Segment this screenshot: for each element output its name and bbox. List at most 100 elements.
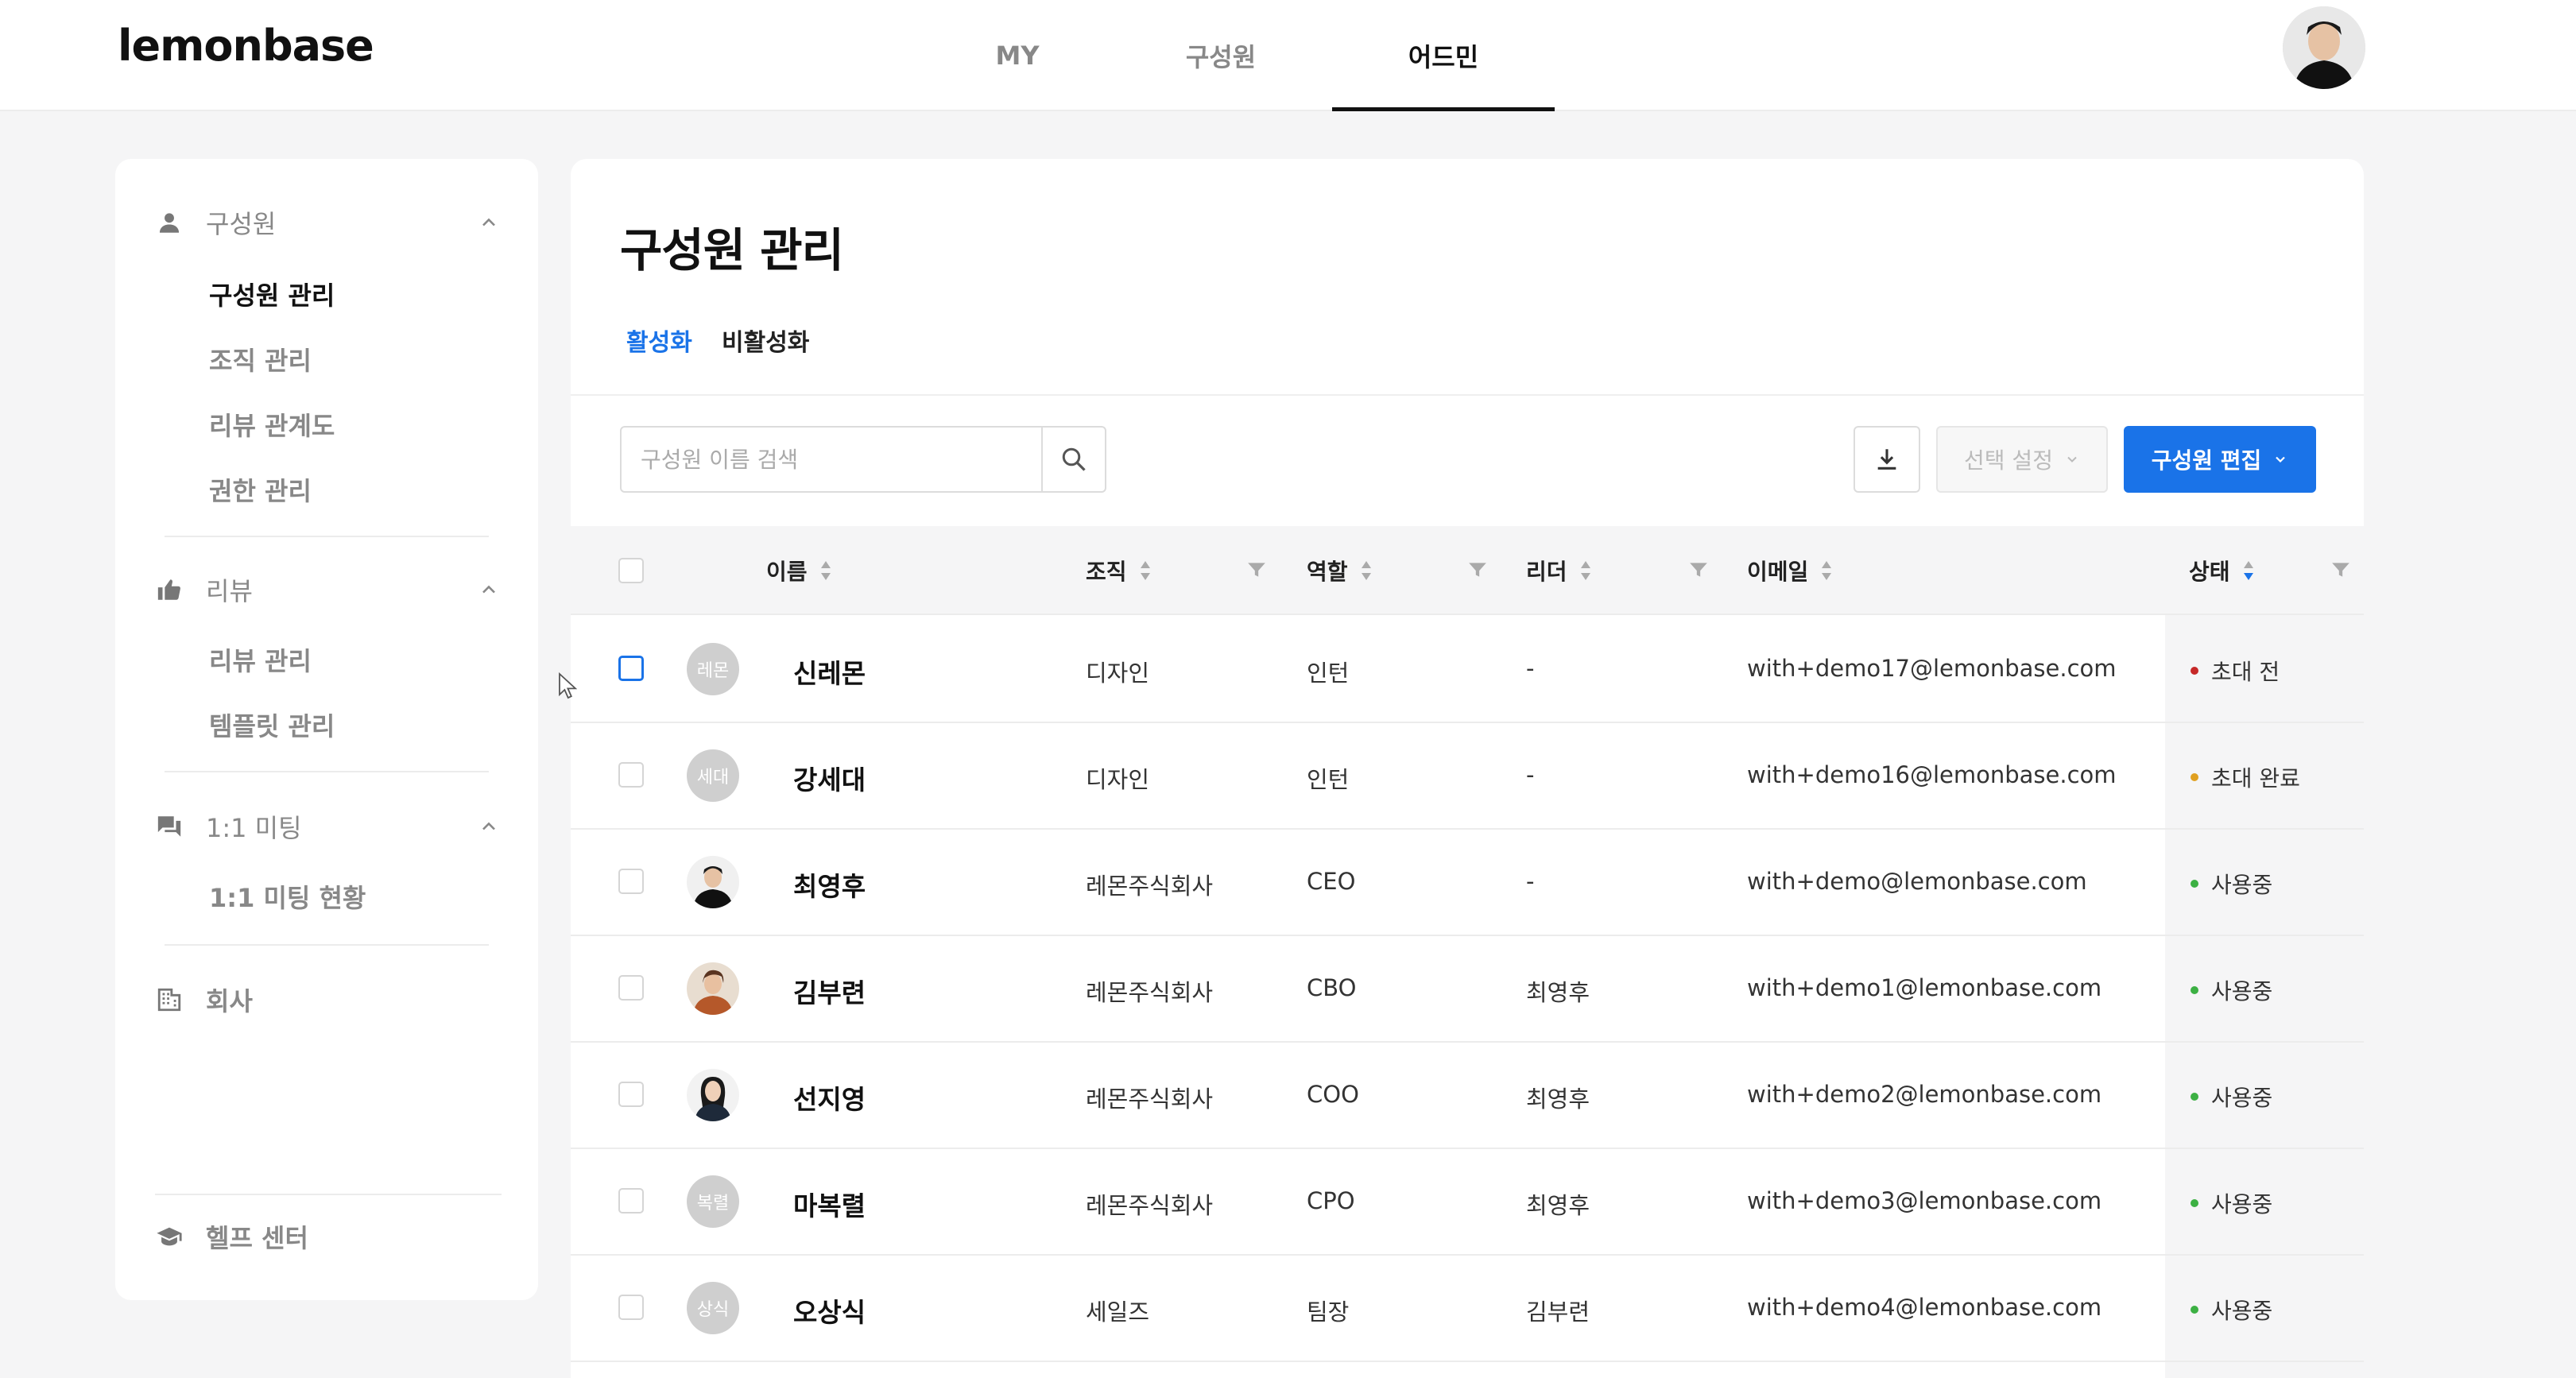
avatar <box>687 1069 739 1121</box>
member-leader: 최영후 <box>1526 1086 1590 1113</box>
row-checkbox[interactable] <box>618 656 644 681</box>
chevron-up-icon[interactable] <box>478 211 500 234</box>
member-role: 인턴 <box>1307 766 1350 793</box>
filter-icon[interactable] <box>2330 559 2351 580</box>
column-header-leader[interactable]: 리더 <box>1526 526 1593 615</box>
select-settings-button[interactable]: 선택 설정 <box>1936 426 2108 493</box>
avatar: 상식 <box>687 1282 739 1334</box>
table-row[interactable]: 선지영 레몬주식회사 COO 최영후 with+demo2@lemonbase.… <box>571 1043 2364 1149</box>
search-input[interactable] <box>622 428 1041 491</box>
table-row[interactable]: 레몬 신레몬 디자인 인턴 - with+demo17@lemonbase.co… <box>571 617 2364 723</box>
member-name[interactable]: 오상식 <box>793 1291 866 1330</box>
member-org: 디자인 <box>1086 660 1150 687</box>
status-label: 사용중 <box>2211 1085 2273 1111</box>
help-center-label: 헬프 센터 <box>206 1223 308 1253</box>
member-email: with+demo2@lemonbase.com <box>1747 1081 2102 1108</box>
column-header-email[interactable]: 이메일 <box>1747 526 1834 615</box>
user-avatar[interactable] <box>2283 6 2365 89</box>
column-label: 이메일 <box>1747 559 1809 585</box>
member-name[interactable]: 신레몬 <box>793 652 866 691</box>
nav-my[interactable]: MY <box>979 0 1056 111</box>
table-row[interactable]: 복렬 마복렬 레몬주식회사 CPO 최영후 with+demo3@lemonba… <box>571 1149 2364 1256</box>
sidebar-item-template-management[interactable]: 템플릿 관리 <box>209 704 335 749</box>
column-label: 역할 <box>1307 559 1348 585</box>
tab-inactive[interactable]: 비활성화 <box>722 323 809 358</box>
member-email: with+demo17@lemonbase.com <box>1747 655 2117 682</box>
member-leader: - <box>1526 761 1535 788</box>
avatar: 복렬 <box>687 1175 739 1228</box>
sidebar-item-member-management[interactable]: 구성원 관리 <box>209 273 335 318</box>
row-checkbox[interactable] <box>618 1295 644 1320</box>
edit-members-button[interactable]: 구성원 편집 <box>2124 426 2316 493</box>
chevron-up-icon[interactable] <box>478 815 500 838</box>
member-name[interactable]: 최영후 <box>793 865 866 904</box>
member-name[interactable]: 마복렬 <box>793 1185 866 1223</box>
search-icon <box>1062 447 1086 471</box>
column-header-role[interactable]: 역할 <box>1307 526 1373 615</box>
filter-icon[interactable] <box>1467 559 1488 580</box>
mouse-cursor-icon <box>559 672 577 699</box>
help-center-link[interactable]: 헬프 센터 <box>153 1208 500 1265</box>
table-row[interactable]: 세대 강세대 디자인 인턴 - with+demo16@lemonbase.co… <box>571 723 2364 830</box>
status-dot <box>2191 986 2198 994</box>
chevron-up-icon[interactable] <box>478 579 500 601</box>
chevron-down-icon <box>2067 456 2077 463</box>
graduation-cap-icon <box>153 1221 185 1252</box>
status-badge: 사용중 <box>2191 1294 2272 1326</box>
row-checkbox[interactable] <box>618 762 644 788</box>
status-badge: 사용중 <box>2191 974 2272 1006</box>
status-dot <box>2191 1093 2198 1101</box>
member-email: with+demo16@lemonbase.com <box>1747 761 2117 788</box>
member-org: 레몬주식회사 <box>1086 873 1214 900</box>
row-checkbox[interactable] <box>618 975 644 1001</box>
status-dot <box>2191 667 2198 675</box>
sidebar-section-review[interactable]: 리뷰 <box>153 561 500 618</box>
row-checkbox[interactable] <box>618 1188 644 1213</box>
member-name[interactable]: 강세대 <box>793 759 866 797</box>
member-role: CPO <box>1307 1187 1355 1214</box>
sidebar-item-permission[interactable]: 권한 관리 <box>209 469 312 513</box>
lemonbase-logo[interactable]: lemonbase <box>118 17 374 75</box>
building-icon <box>153 984 185 1016</box>
download-icon <box>1877 449 1896 470</box>
sidebar-item-review-management[interactable]: 리뷰 관리 <box>209 639 312 683</box>
table-row[interactable]: 최영후 레몬주식회사 CEO - with+demo@lemonbase.com… <box>571 830 2364 936</box>
page-title: 구성원 관리 <box>620 223 844 277</box>
member-role: 인턴 <box>1307 660 1350 687</box>
sidebar-item-review-relation[interactable]: 리뷰 관계도 <box>209 404 335 448</box>
sidebar-section-company[interactable]: 회사 <box>153 971 500 1028</box>
person-icon <box>153 207 185 238</box>
row-checkbox[interactable] <box>618 1082 644 1107</box>
search-button[interactable] <box>1041 428 1105 491</box>
column-header-name[interactable]: 이름 <box>766 526 833 615</box>
filter-icon[interactable] <box>1688 559 1709 580</box>
table-row[interactable]: 상식 오상식 세일즈 팀장 김부련 with+demo4@lemonbase.c… <box>571 1256 2364 1362</box>
column-label: 조직 <box>1086 559 1127 585</box>
sort-icon <box>1822 561 1832 580</box>
avatar: 세대 <box>687 749 739 802</box>
nav-members[interactable]: 구성원 <box>1165 0 1276 111</box>
sidebar-item-meeting-status[interactable]: 1:1 미팅 현황 <box>209 876 366 920</box>
filter-icon[interactable] <box>1246 559 1267 580</box>
download-button[interactable] <box>1854 426 1920 493</box>
column-header-org[interactable]: 조직 <box>1086 526 1152 615</box>
member-name[interactable]: 선지영 <box>793 1078 866 1117</box>
row-checkbox[interactable] <box>618 869 644 894</box>
select-all-checkbox[interactable] <box>618 558 644 583</box>
tab-active[interactable]: 활성화 <box>626 323 692 358</box>
sidebar-section-meeting[interactable]: 1:1 미팅 <box>153 798 500 855</box>
table-row[interactable]: 김부련 레몬주식회사 CBO 최영후 with+demo1@lemonbase.… <box>571 936 2364 1043</box>
sidebar: 구성원 구성원 관리 조직 관리 리뷰 관계도 권한 관리 리뷰 리뷰 관리 템… <box>115 159 538 1300</box>
nav-admin[interactable]: 어드민 <box>1332 0 1555 111</box>
sort-icon <box>1361 561 1371 580</box>
sort-icon <box>820 561 831 580</box>
sidebar-section-members[interactable]: 구성원 <box>153 194 500 251</box>
member-leader: - <box>1526 868 1535 895</box>
sidebar-item-org-management[interactable]: 조직 관리 <box>209 339 312 383</box>
status-label: 사용중 <box>2211 1298 2273 1324</box>
member-name[interactable]: 김부련 <box>793 972 866 1010</box>
member-leader: - <box>1526 655 1535 682</box>
member-org: 레몬주식회사 <box>1086 979 1214 1006</box>
member-role: COO <box>1307 1081 1359 1108</box>
column-header-status[interactable]: 상태 <box>2189 526 2256 615</box>
